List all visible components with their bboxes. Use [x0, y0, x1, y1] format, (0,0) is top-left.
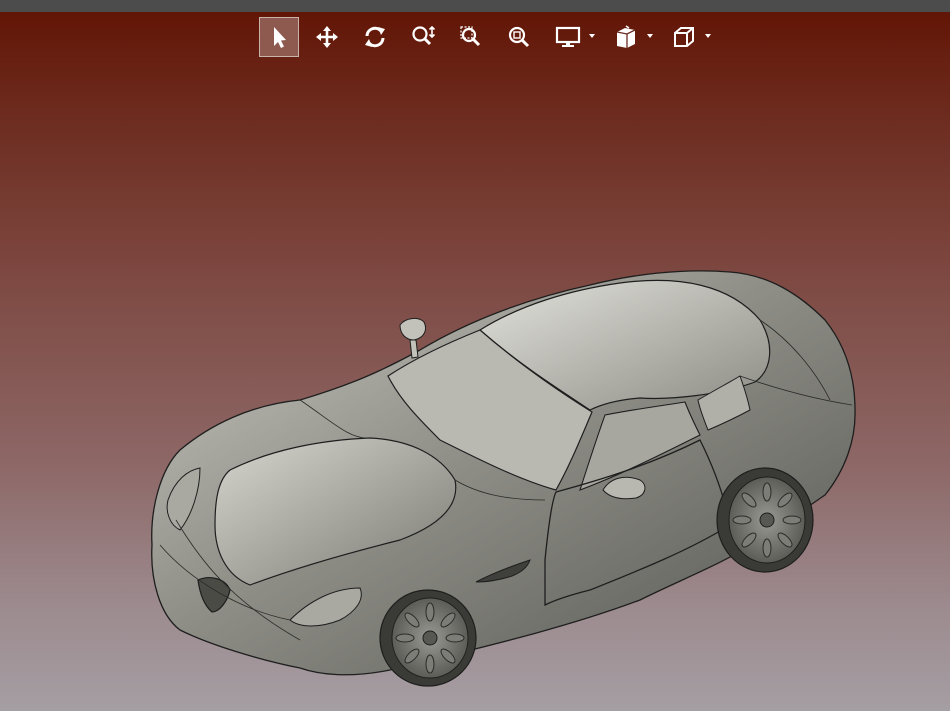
- zoom-window-tool-button[interactable]: [451, 17, 491, 57]
- chevron-down-icon: [647, 34, 653, 38]
- zoom-fit-icon: [508, 26, 530, 48]
- car-rear-wheel: [716, 467, 814, 573]
- view-toolbar: [259, 17, 721, 57]
- zoom-icon: [412, 25, 436, 46]
- car-front-wheel: [379, 589, 477, 687]
- monitor-icon: [555, 26, 581, 47]
- wireframe-cube-icon: [674, 27, 694, 47]
- view-orientation-dropdown[interactable]: [605, 17, 655, 57]
- rotate-icon: [365, 26, 385, 48]
- projection-dropdown[interactable]: [663, 17, 713, 57]
- pan-move-icon: [316, 26, 338, 48]
- rotate-tool-button[interactable]: [355, 17, 395, 57]
- chevron-down-icon: [705, 34, 711, 38]
- select-arrow-icon: [274, 27, 286, 48]
- pan-tool-button[interactable]: [307, 17, 347, 57]
- 3d-viewer: [0, 0, 950, 711]
- zoom-fit-tool-button[interactable]: [499, 17, 539, 57]
- zoom-window-icon: [460, 26, 481, 47]
- car-3d-model[interactable]: [0, 0, 950, 711]
- chevron-down-icon: [589, 34, 595, 38]
- view-cube-icon: [616, 25, 636, 48]
- display-mode-dropdown[interactable]: [547, 17, 597, 57]
- zoom-tool-button[interactable]: [403, 17, 443, 57]
- select-tool-button[interactable]: [259, 17, 299, 57]
